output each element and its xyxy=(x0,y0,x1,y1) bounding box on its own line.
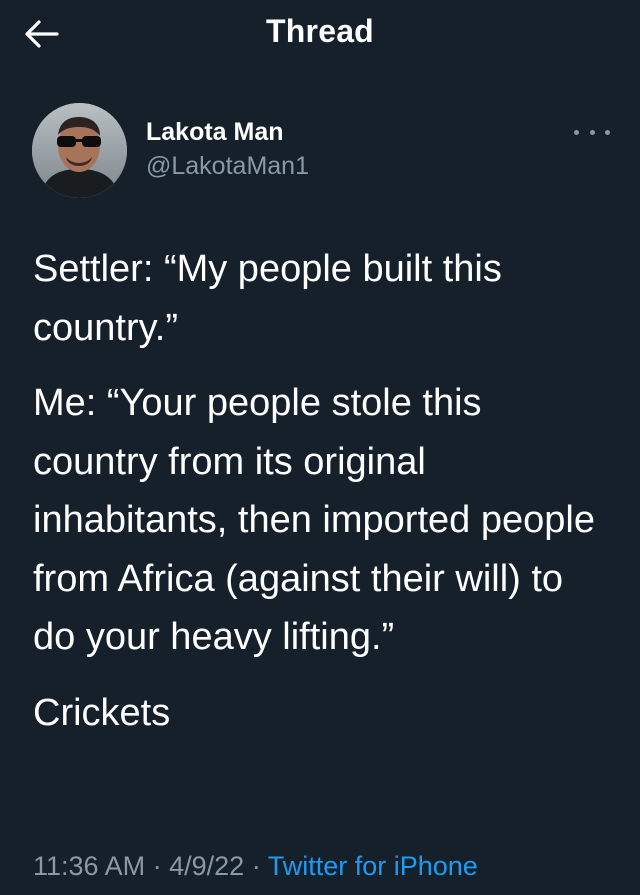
meta-separator: · xyxy=(152,851,162,881)
tweet-meta: 11:36 AM · 4/9/22 · Twitter for iPhone xyxy=(33,851,478,882)
avatar-photo xyxy=(32,103,127,198)
tweet-date[interactable]: 4/9/22 xyxy=(169,851,244,881)
tweet-paragraph: Crickets xyxy=(33,691,171,734)
tweet-time[interactable]: 11:36 AM xyxy=(33,851,145,881)
more-horizontal-icon xyxy=(589,129,595,135)
avatar[interactable] xyxy=(32,103,127,198)
tweet-source-link[interactable]: Twitter for iPhone xyxy=(268,851,478,881)
tweet-paragraph: Settler: “My people built this country.” xyxy=(33,248,502,349)
meta-separator: · xyxy=(251,851,261,881)
tweet-paragraph: Me: “Your people stole this country from… xyxy=(33,382,595,658)
more-horizontal-icon xyxy=(605,129,610,135)
more-options-button[interactable] xyxy=(574,118,610,146)
tweet-text: Settler: “My people built this country.”… xyxy=(33,240,613,759)
more-horizontal-icon xyxy=(574,129,579,135)
author-handle[interactable]: @LakotaMan1 xyxy=(146,152,309,181)
author-name[interactable]: Lakota Man xyxy=(146,118,284,147)
top-bar: Thread xyxy=(0,0,640,70)
page-title: Thread xyxy=(266,13,374,49)
